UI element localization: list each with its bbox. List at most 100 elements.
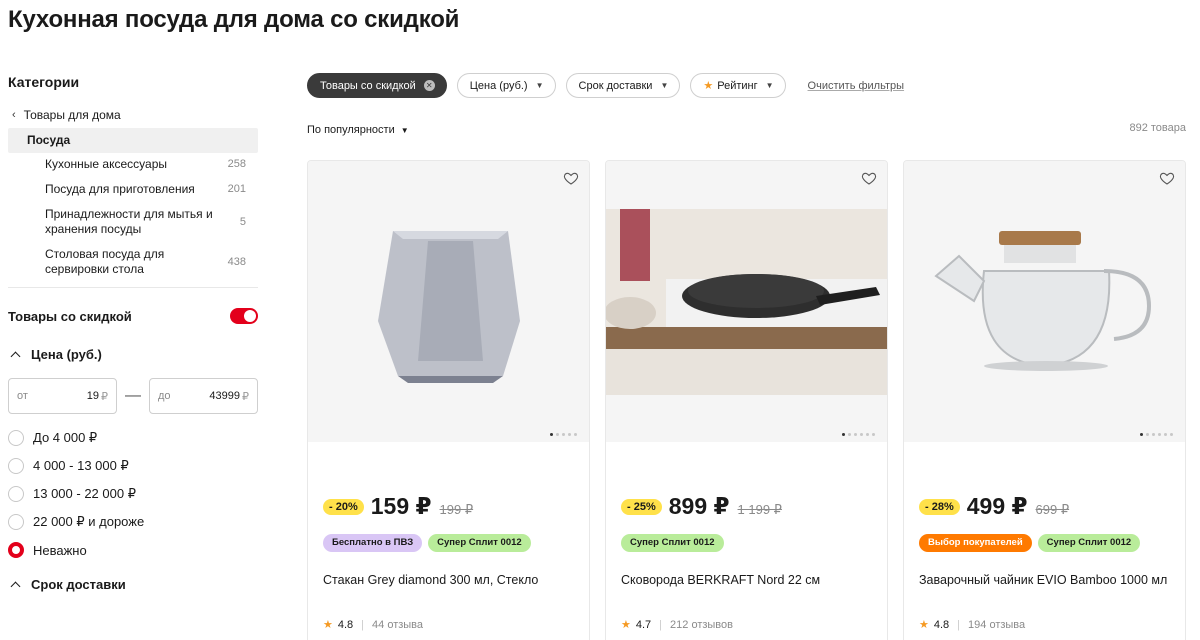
reviews-link[interactable]: 194 отзыва bbox=[968, 619, 1025, 631]
price-option[interactable]: 13 000 - 22 000 ₽ bbox=[8, 480, 258, 508]
star-icon: ★ bbox=[703, 80, 714, 92]
price-to-field[interactable]: до 43999 ₽ bbox=[149, 378, 258, 414]
price-option-label: 22 000 ₽ и дороже bbox=[33, 514, 145, 529]
old-price: 199 ₽ bbox=[439, 502, 474, 517]
delivery-heading: Срок доставки bbox=[31, 576, 126, 592]
product-image[interactable] bbox=[308, 161, 589, 442]
subitem-label: Кухонные аксессуары bbox=[45, 157, 167, 171]
sidebar-subitem[interactable]: Кухонные аксессуары 258 bbox=[8, 157, 258, 172]
subitem-label: Столовая посуда для сервировки стола bbox=[45, 247, 165, 276]
product-card[interactable]: - 25% 899 ₽ 1 199 ₽ Супер Сплит 0012 Ско… bbox=[605, 160, 888, 640]
price: 159 ₽ bbox=[370, 493, 432, 519]
discount-badge: - 20% bbox=[323, 499, 364, 515]
star-icon: ★ bbox=[323, 619, 333, 631]
close-icon[interactable]: ✕ bbox=[423, 80, 435, 91]
rating-value: 4.7 bbox=[635, 618, 652, 631]
product-title[interactable]: Стакан Grey diamond 300 мл, Стекло bbox=[323, 571, 577, 590]
price-heading: Цена (руб.) bbox=[31, 346, 102, 362]
star-icon: ★ bbox=[621, 619, 631, 631]
chip-price[interactable]: Цена (руб.) ▼ bbox=[456, 73, 556, 98]
sort-dropdown[interactable]: По популярности ▼ bbox=[307, 124, 409, 136]
chip-rating[interactable]: ★ Рейтинг ▼ bbox=[690, 73, 786, 98]
badge: Бесплатно в ПВЗ bbox=[323, 534, 423, 552]
product-card[interactable]: - 20% 159 ₽ 199 ₽ Бесплатно в ПВЗ Супер … bbox=[307, 160, 590, 640]
price-row: - 20% 159 ₽ 199 ₽ bbox=[323, 493, 473, 520]
heart-icon[interactable] bbox=[563, 170, 579, 186]
rating: ★ 4.8 | 44 отзыва bbox=[323, 618, 423, 632]
carousel-dots[interactable] bbox=[839, 433, 875, 436]
badge: Супер Сплит 0012 bbox=[621, 534, 724, 552]
price-option[interactable]: 22 000 ₽ и дороже bbox=[8, 508, 258, 536]
chevron-down-icon: ▼ bbox=[535, 81, 544, 90]
glass-image bbox=[308, 161, 589, 442]
subitem-count: 201 bbox=[227, 183, 246, 195]
price-option-label: Неважно bbox=[33, 542, 87, 558]
clear-filters-link[interactable]: Очистить фильтры bbox=[808, 80, 905, 92]
price-range: от 19 ₽ — до 43999 ₽ bbox=[8, 378, 258, 414]
product-title[interactable]: Сковорода BERKRAFT Nord 22 см bbox=[621, 571, 875, 590]
product-grid: - 20% 159 ₽ 199 ₽ Бесплатно в ПВЗ Супер … bbox=[307, 160, 1200, 640]
price-from-value: 19 bbox=[86, 390, 99, 402]
currency-sign: ₽ bbox=[242, 390, 249, 403]
price-option-label: До 4 000 ₽ bbox=[33, 430, 98, 445]
sidebar-item-active[interactable]: Посуда bbox=[8, 128, 258, 153]
product-image[interactable] bbox=[606, 161, 887, 442]
chevron-up-icon bbox=[10, 351, 21, 361]
separator: | bbox=[361, 618, 365, 631]
separator: | bbox=[659, 618, 663, 631]
rating-value: 4.8 bbox=[337, 618, 354, 631]
rating: ★ 4.7 | 212 отзывов bbox=[621, 618, 733, 632]
page-title: Кухонная посуда для дома со скидкой bbox=[8, 6, 460, 33]
radio-icon bbox=[8, 486, 24, 502]
rating: ★ 4.8 | 194 отзыва bbox=[919, 618, 1025, 632]
chip-label: Рейтинг bbox=[717, 79, 758, 92]
chip-delivery[interactable]: Срок доставки ▼ bbox=[565, 73, 681, 98]
filter-bar: Товары со скидкой ✕ Цена (руб.) ▼ Срок д… bbox=[307, 73, 904, 98]
heart-icon[interactable] bbox=[861, 170, 877, 186]
chip-discount[interactable]: Товары со скидкой ✕ bbox=[307, 73, 447, 98]
subitem-count: 5 bbox=[239, 215, 246, 228]
badges: Супер Сплит 0012 bbox=[621, 534, 730, 552]
reviews-link[interactable]: 44 отзыва bbox=[372, 619, 423, 631]
discount-toggle-label: Товары со скидкой bbox=[8, 308, 132, 324]
price-option-label: 13 000 - 22 000 ₽ bbox=[33, 486, 136, 501]
chevron-down-icon: ▼ bbox=[660, 81, 669, 90]
chevron-down-icon: ▼ bbox=[400, 125, 409, 135]
product-card[interactable]: - 28% 499 ₽ 699 ₽ Выбор покупателей Супе… bbox=[903, 160, 1186, 640]
heart-icon[interactable] bbox=[1159, 170, 1175, 186]
price-section-toggle[interactable]: Цена (руб.) bbox=[8, 344, 258, 364]
radio-icon bbox=[8, 430, 24, 446]
currency-sign: ₽ bbox=[101, 390, 108, 403]
sidebar: Категории ‹ Товары для дома Посуда Кухон… bbox=[8, 74, 258, 594]
star-icon: ★ bbox=[919, 619, 929, 631]
pan-image bbox=[606, 161, 887, 442]
price-to-prefix: до bbox=[158, 390, 171, 402]
carousel-dots[interactable] bbox=[1137, 433, 1173, 436]
price: 499 ₽ bbox=[966, 493, 1028, 519]
product-title[interactable]: Заварочный чайник EVIO Bamboo 1000 мл bbox=[919, 571, 1173, 590]
radio-icon bbox=[8, 514, 24, 530]
radio-icon bbox=[8, 458, 24, 474]
chevron-up-icon bbox=[10, 581, 21, 591]
sidebar-subitem[interactable]: Столовая посуда для сервировки стола 438 bbox=[8, 247, 258, 277]
carousel-dots[interactable] bbox=[547, 433, 577, 436]
price-option[interactable]: 4 000 - 13 000 ₽ bbox=[8, 452, 258, 480]
price-row: - 28% 499 ₽ 699 ₽ bbox=[919, 493, 1069, 520]
price-row: - 25% 899 ₽ 1 199 ₽ bbox=[621, 493, 782, 520]
discount-badge: - 28% bbox=[919, 499, 960, 515]
range-dash: — bbox=[125, 387, 141, 404]
price-option-selected[interactable]: Неважно bbox=[8, 536, 258, 564]
delivery-section-toggle[interactable]: Срок доставки bbox=[8, 574, 258, 594]
price-from-field[interactable]: от 19 ₽ bbox=[8, 378, 117, 414]
sidebar-subitem[interactable]: Посуда для приготовления 201 bbox=[8, 182, 258, 197]
price-options: До 4 000 ₽ 4 000 - 13 000 ₽ 13 000 - 22 … bbox=[8, 424, 258, 564]
breadcrumb-back[interactable]: ‹ Товары для дома bbox=[8, 106, 258, 124]
price-option[interactable]: До 4 000 ₽ bbox=[8, 424, 258, 452]
sidebar-subitem[interactable]: Принадлежности для мытья и хранения посу… bbox=[8, 207, 258, 237]
subitem-label: Посуда для приготовления bbox=[45, 182, 195, 196]
chip-label: Товары со скидкой bbox=[320, 79, 416, 92]
product-image[interactable] bbox=[904, 161, 1185, 442]
discount-toggle[interactable] bbox=[230, 308, 258, 324]
reviews-link[interactable]: 212 отзывов bbox=[670, 619, 733, 631]
results-count: 892 товара bbox=[1129, 122, 1186, 134]
